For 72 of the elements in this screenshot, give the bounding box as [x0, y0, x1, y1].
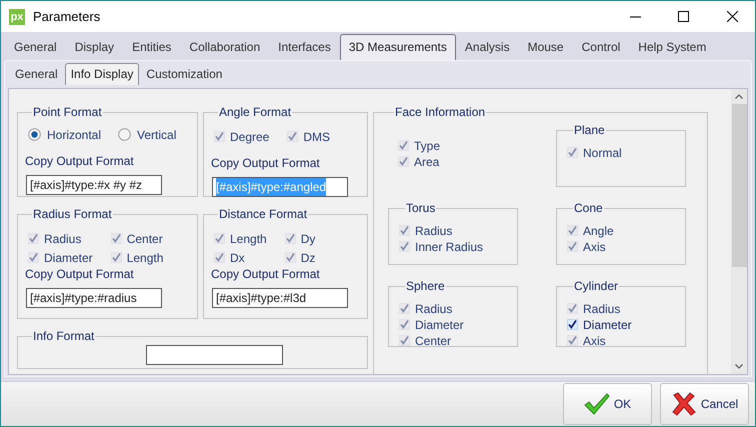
- subtab[interactable]: Customization: [139, 65, 230, 85]
- checkbox-label: Type: [414, 138, 440, 154]
- group-title: Distance Format: [218, 207, 308, 221]
- subtab[interactable]: Info Display: [64, 63, 140, 85]
- cross-icon: [670, 392, 697, 416]
- tab[interactable]: 3D Measurements: [340, 34, 456, 60]
- field-label: Copy Output Format: [25, 266, 135, 283]
- group-title: Angle Format: [218, 105, 292, 119]
- tab[interactable]: Interfaces: [269, 36, 340, 60]
- checkbox-label: Area: [414, 154, 440, 170]
- group-title: Torus: [405, 201, 436, 215]
- cancel-button[interactable]: Cancel: [660, 383, 749, 425]
- checkbox-label: Radius: [44, 230, 82, 248]
- field-label: Copy Output Format: [211, 266, 321, 283]
- checkbox-label: Degree: [230, 128, 270, 146]
- scroll-down-icon[interactable]: [735, 364, 743, 369]
- group-title: Info Format: [32, 329, 96, 343]
- tab[interactable]: Mouse: [518, 36, 573, 60]
- text-field[interactable]: [146, 345, 283, 365]
- checkbox-label: Radius: [415, 222, 452, 240]
- maximize-icon[interactable]: [678, 11, 689, 22]
- checkbox-label: Length: [126, 250, 164, 266]
- group-title: Point Format: [32, 105, 103, 119]
- window-title: Parameters: [33, 8, 100, 26]
- checkbox-label: Radius: [583, 300, 620, 318]
- checkbox-label: Inner Radius: [415, 238, 484, 256]
- checkbox-label: Center: [126, 230, 163, 248]
- group-title: Cone: [573, 201, 604, 215]
- text-field[interactable]: [#axis]#type:#x #y #z: [26, 175, 162, 195]
- tab[interactable]: Help System: [629, 36, 716, 60]
- checkmark-icon: [584, 392, 610, 416]
- checkbox[interactable]: [567, 319, 578, 330]
- scroll-up-icon[interactable]: [735, 94, 743, 99]
- checkbox-label: Diameter: [583, 316, 632, 334]
- checkbox-label: Length: [230, 230, 267, 248]
- checkbox-label: Diameter: [415, 316, 464, 334]
- checkbox-label: Dx: [230, 250, 245, 266]
- checkbox-label: Angle: [583, 222, 614, 240]
- tab[interactable]: Analysis: [456, 36, 519, 60]
- group-title: Face Information: [394, 105, 486, 119]
- field-label: Copy Output Format: [211, 155, 321, 172]
- radio-label: Horizontal: [47, 126, 102, 144]
- radio-button[interactable]: [118, 128, 132, 141]
- group-title: Radius Format: [32, 207, 113, 221]
- group-title: Plane: [573, 123, 606, 137]
- tab[interactable]: Display: [66, 36, 124, 60]
- text-field[interactable]: [#axis]#type:#radius: [26, 288, 162, 308]
- scrollbar[interactable]: [731, 89, 747, 374]
- ok-button[interactable]: OK: [563, 383, 652, 425]
- field-label: Copy Output Format: [25, 153, 135, 170]
- checkbox-label: Radius: [415, 300, 452, 318]
- checkbox-label: Normal: [583, 144, 622, 162]
- group-title: Sphere: [405, 279, 446, 293]
- tab[interactable]: Entities: [123, 36, 180, 60]
- close-icon[interactable]: [727, 11, 738, 22]
- radio-button[interactable]: [28, 128, 41, 141]
- subtab[interactable]: General: [8, 65, 65, 85]
- app-logo: px: [9, 8, 25, 24]
- checkbox-label: Axis: [583, 332, 606, 350]
- tab[interactable]: Control: [572, 36, 630, 60]
- group-title: Cylinder: [573, 279, 620, 293]
- tab[interactable]: Collaboration: [180, 36, 270, 60]
- text-field[interactable]: [#axis]#type:#l3d: [212, 288, 348, 308]
- checkbox-label: Dy: [300, 230, 316, 248]
- scrollbar-thumb[interactable]: [732, 104, 746, 267]
- radio-label: Vertical: [137, 126, 176, 144]
- checkbox-label: Diameter: [44, 250, 93, 266]
- checkbox-label: Center: [415, 332, 452, 350]
- checkbox-label: Axis: [583, 238, 606, 256]
- checkbox-label: Dz: [300, 250, 316, 266]
- checkbox-label: DMS: [303, 128, 330, 146]
- tab[interactable]: General: [5, 36, 66, 60]
